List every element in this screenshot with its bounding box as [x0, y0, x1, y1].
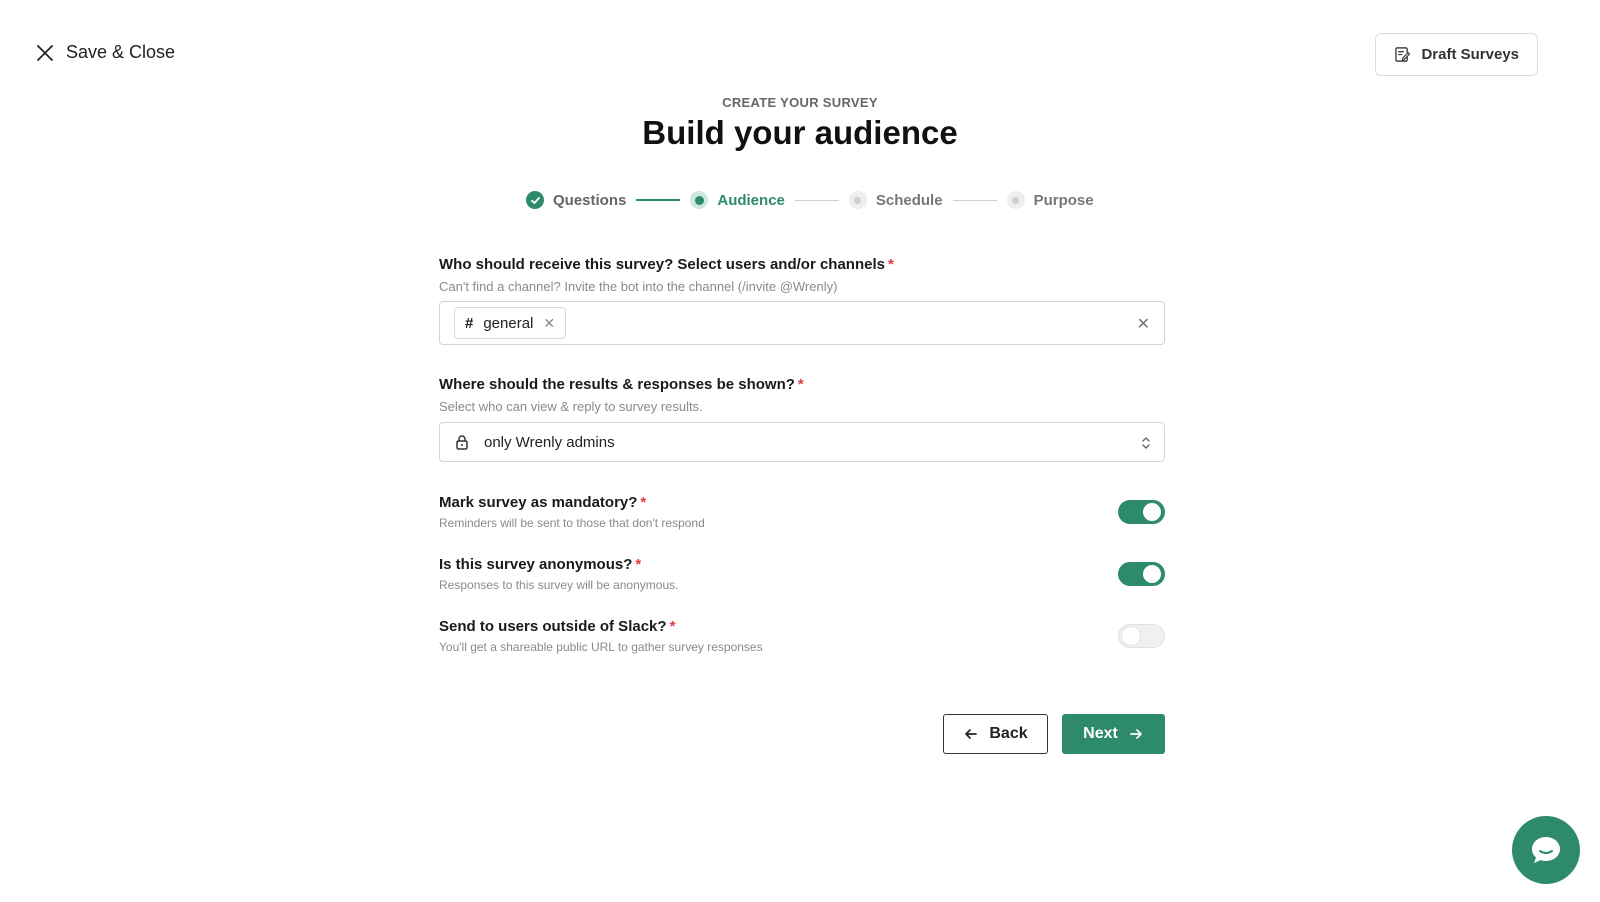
step-schedule[interactable]: Schedule	[848, 191, 943, 209]
audience-form: Who should receive this survey? Select u…	[439, 256, 1165, 654]
step-label: Purpose	[1033, 191, 1094, 209]
anonymous-toggle[interactable]	[1118, 562, 1165, 586]
mandatory-toggle-row: Mark survey as mandatory? * Reminders wil…	[439, 494, 1165, 530]
step-audience[interactable]: Audience	[690, 191, 785, 209]
mandatory-label: Mark survey as mandatory?	[439, 494, 638, 511]
outside-slack-toggle-row: Send to users outside of Slack? * You'll …	[439, 618, 1165, 654]
visibility-selected-value: only Wrenly admins	[484, 433, 615, 451]
chat-widget-button[interactable]	[1512, 816, 1580, 884]
visibility-label: Where should the results & responses be …	[439, 376, 795, 393]
mandatory-hint: Reminders will be sent to those that don…	[439, 516, 705, 530]
back-label: Back	[989, 725, 1028, 742]
outside-slack-text: Send to users outside of Slack? * You'll …	[439, 618, 763, 654]
step-purpose[interactable]: Purpose	[1006, 191, 1094, 209]
required-marker: *	[669, 618, 676, 635]
step-connector	[794, 199, 839, 201]
anonymous-toggle-row: Is this survey anonymous? * Responses to …	[439, 556, 1165, 592]
progress-stepper: Questions Audience Schedule Purpose	[526, 190, 1094, 210]
navigation-buttons: Back Next	[943, 714, 1165, 754]
pending-step-icon	[1006, 191, 1025, 209]
mandatory-label-row: Mark survey as mandatory? *	[439, 494, 705, 511]
recipients-label: Who should receive this survey? Select u…	[439, 256, 885, 273]
arrow-right-icon	[1129, 729, 1142, 739]
close-icon	[37, 44, 53, 61]
toggle-knob	[1122, 627, 1140, 645]
channel-chip[interactable]: # general ✕	[454, 307, 567, 339]
draft-surveys-label: Draft Surveys	[1421, 46, 1519, 63]
visibility-label-row: Where should the results & responses be …	[439, 376, 1165, 393]
step-connector	[952, 199, 997, 201]
visibility-select[interactable]: only Wrenly admins	[439, 422, 1165, 462]
toggle-knob	[1143, 503, 1161, 521]
lock-icon	[456, 435, 468, 450]
outside-slack-label-row: Send to users outside of Slack? *	[439, 618, 763, 635]
next-button[interactable]: Next	[1062, 714, 1165, 754]
back-button[interactable]: Back	[943, 714, 1048, 754]
pending-step-icon	[848, 191, 867, 209]
chevron-updown-icon	[1142, 437, 1150, 449]
check-icon	[526, 191, 544, 209]
required-marker: *	[635, 556, 642, 573]
mandatory-text: Mark survey as mandatory? * Reminders wil…	[439, 494, 705, 530]
page-title: Build your audience	[642, 114, 958, 151]
recipients-input[interactable]: # general ✕ ✕	[439, 301, 1165, 345]
remove-chip-icon[interactable]: ✕	[543, 315, 555, 332]
chip-label: general	[483, 314, 534, 332]
active-step-icon	[690, 191, 709, 209]
required-marker: *	[887, 256, 894, 273]
anonymous-text: Is this survey anonymous? * Responses to …	[439, 556, 678, 592]
step-label: Audience	[717, 191, 785, 209]
outside-slack-toggle[interactable]	[1118, 624, 1165, 648]
save-and-close-button[interactable]: Save & Close	[36, 42, 175, 63]
edit-document-icon	[1395, 47, 1411, 62]
hash-icon: #	[465, 314, 474, 332]
mandatory-toggle[interactable]	[1118, 500, 1165, 524]
arrow-left-icon	[965, 729, 978, 739]
draft-surveys-button[interactable]: Draft Surveys	[1375, 33, 1538, 76]
recipients-hint: Can't find a channel? Invite the bot int…	[439, 279, 838, 294]
required-marker: *	[640, 494, 647, 511]
step-questions[interactable]: Questions	[526, 191, 626, 209]
clear-all-icon[interactable]: ✕	[1137, 314, 1150, 334]
visibility-hint: Select who can view & reply to survey re…	[439, 399, 703, 414]
step-label: Schedule	[875, 191, 943, 209]
save-and-close-label: Save & Close	[66, 42, 176, 62]
step-label: Questions	[553, 191, 627, 209]
page-eyebrow: CREATE YOUR SURVEY	[722, 95, 878, 110]
toggle-knob	[1143, 565, 1161, 583]
anonymous-label-row: Is this survey anonymous? *	[439, 556, 678, 573]
next-label: Next	[1083, 725, 1118, 742]
outside-slack-hint: You'll get a shareable public URL to gat…	[439, 640, 763, 654]
anonymous-label: Is this survey anonymous?	[439, 556, 633, 573]
step-connector	[636, 199, 681, 201]
required-marker: *	[797, 376, 804, 393]
visibility-field: Where should the results & responses be …	[439, 376, 1165, 462]
recipients-field: Who should receive this survey? Select u…	[439, 256, 1165, 345]
chat-bubble-icon	[1532, 837, 1560, 863]
recipients-label-row: Who should receive this survey? Select u…	[439, 256, 1165, 273]
anonymous-hint: Responses to this survey will be anonymo…	[439, 578, 679, 592]
outside-slack-label: Send to users outside of Slack?	[439, 618, 667, 635]
